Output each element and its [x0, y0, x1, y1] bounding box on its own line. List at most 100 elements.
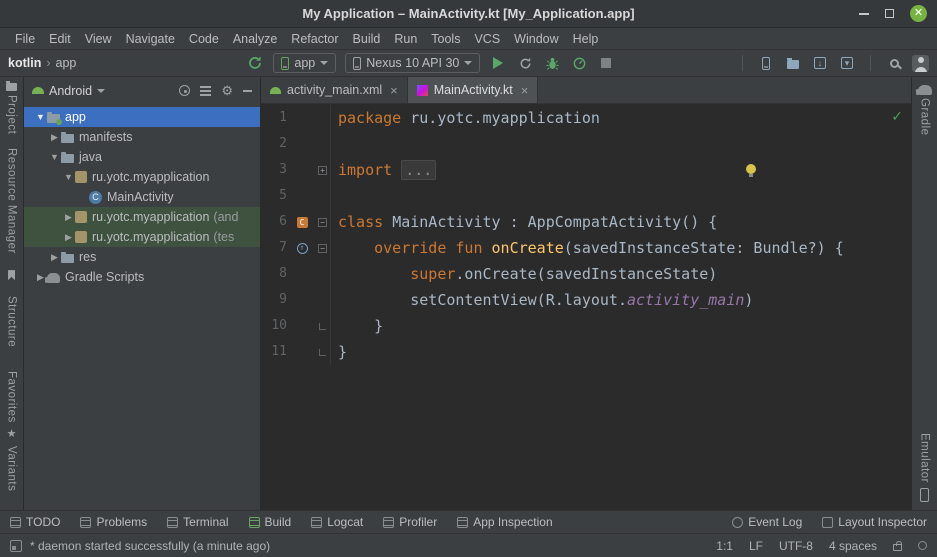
tree-arrow-icon[interactable]: ▶ [62, 212, 75, 223]
bookmark-icon[interactable] [8, 270, 15, 280]
gradle-sync-icon[interactable] [246, 54, 264, 72]
menu-navigate[interactable]: Navigate [119, 32, 182, 46]
virtual-device-icon[interactable]: ▾ [838, 54, 856, 72]
gutter-icon-col [289, 105, 315, 131]
tool-button-resource-manager[interactable]: Resource Manager [6, 148, 18, 254]
breadcrumb-current[interactable]: app [56, 56, 77, 70]
close-tab-icon[interactable]: × [390, 83, 398, 98]
menu-file[interactable]: File [8, 32, 42, 46]
tree-arrow-icon[interactable]: ▼ [62, 172, 75, 182]
class-gutter-icon[interactable] [297, 217, 308, 228]
menu-run[interactable]: Run [387, 32, 424, 46]
tree-arrow-icon[interactable]: ▶ [48, 252, 61, 263]
gradle-icon[interactable] [918, 85, 932, 95]
apply-changes-button[interactable] [516, 54, 534, 72]
fold-collapse-icon[interactable]: − [318, 244, 327, 253]
fold-expand-icon[interactable]: + [318, 166, 327, 175]
tool-button-profiler[interactable]: Profiler [383, 515, 437, 529]
tree-item-gradle-scripts[interactable]: ▶Gradle Scripts [24, 267, 260, 287]
android-device-icon [281, 57, 289, 70]
tree-arrow-icon[interactable]: ▶ [48, 132, 61, 143]
code-text: } [331, 313, 383, 339]
project-icon[interactable] [6, 83, 17, 91]
menu-edit[interactable]: Edit [42, 32, 78, 46]
emulator-icon[interactable] [920, 488, 929, 502]
menu-analyze[interactable]: Analyze [226, 32, 284, 46]
fold-collapse-icon[interactable]: − [318, 218, 327, 227]
settings-icon[interactable]: ⚙ [221, 84, 233, 97]
tool-button-project[interactable]: Project [6, 95, 18, 134]
line-separator[interactable]: LF [749, 539, 763, 553]
tree-item-ru-yotc-myapplication[interactable]: ▶ru.yotc.myapplication(tes [24, 227, 260, 247]
profile-button[interactable] [570, 54, 588, 72]
tool-button-gradle[interactable]: Gradle [919, 98, 931, 136]
tree-item-app[interactable]: ▼app [24, 107, 260, 127]
device-file-explorer-icon[interactable] [784, 54, 802, 72]
menu-help[interactable]: Help [566, 32, 606, 46]
close-tab-icon[interactable]: × [521, 83, 529, 98]
tool-button-terminal[interactable]: Terminal [167, 515, 228, 529]
intention-bulb-icon[interactable] [746, 164, 756, 174]
tool-button-event-log[interactable]: Event Log [732, 515, 802, 529]
tree-arrow-icon[interactable]: ▼ [48, 152, 61, 162]
indent-setting[interactable]: 4 spaces [829, 539, 877, 553]
tree-item-manifests[interactable]: ▶manifests [24, 127, 260, 147]
project-view-selector[interactable]: Android [49, 84, 92, 98]
star-icon[interactable]: ★ [7, 429, 17, 440]
tool-button-structure[interactable]: Structure [6, 296, 18, 347]
menu-code[interactable]: Code [182, 32, 226, 46]
breadcrumb-root[interactable]: kotlin [8, 56, 41, 70]
tool-button-layout-inspector[interactable]: Layout Inspector [822, 515, 927, 529]
file-encoding[interactable]: UTF-8 [779, 539, 813, 553]
run-config-select[interactable]: app [273, 53, 336, 73]
tab-mainactivity-kt[interactable]: MainActivity.kt× [408, 77, 539, 103]
avatar[interactable] [912, 55, 929, 72]
breadcrumb-separator-icon: › [46, 56, 50, 70]
menu-window[interactable]: Window [507, 32, 565, 46]
minimize-icon[interactable] [859, 13, 869, 15]
tree-item-res[interactable]: ▶res [24, 247, 260, 267]
menu-refactor[interactable]: Refactor [284, 32, 345, 46]
menu-view[interactable]: View [78, 32, 119, 46]
toolwindow-toggle-icon[interactable] [10, 540, 22, 552]
close-icon[interactable]: ✕ [910, 5, 927, 22]
menu-vcs[interactable]: VCS [467, 32, 507, 46]
tree-arrow-icon[interactable]: ▼ [34, 112, 47, 122]
hide-panel-icon[interactable] [243, 90, 252, 92]
gutter-icon-col [289, 209, 315, 235]
tool-button-variants[interactable]: Variants [6, 446, 18, 491]
tab-activity-main-xml[interactable]: activity_main.xml× [261, 77, 408, 103]
tool-button-emulator[interactable]: Emulator [919, 433, 931, 483]
layout-inspector-icon [822, 517, 833, 528]
tree-item-ru-yotc-myapplication[interactable]: ▶ru.yotc.myapplication(and [24, 207, 260, 227]
override-gutter-icon[interactable] [297, 243, 308, 254]
tool-button-favorites[interactable]: Favorites [6, 371, 18, 423]
tool-button-todo[interactable]: TODO [10, 515, 60, 529]
status-indicator-icon[interactable] [918, 541, 927, 550]
locate-file-icon[interactable] [179, 85, 190, 96]
menu-tools[interactable]: Tools [424, 32, 467, 46]
sdk-manager-icon[interactable]: ↓ [811, 54, 829, 72]
tool-button-app-inspection[interactable]: App Inspection [457, 515, 552, 529]
debug-button[interactable] [543, 54, 561, 72]
search-icon[interactable] [885, 54, 903, 72]
tree-item-mainactivity[interactable]: MainActivity [24, 187, 260, 207]
tree-item-ru-yotc-myapplication[interactable]: ▼ru.yotc.myapplication [24, 167, 260, 187]
tree-item-java[interactable]: ▼java [24, 147, 260, 167]
code-area[interactable]: ✓ 1package ru.yotc.myapplication23+impor… [261, 104, 911, 510]
lock-icon[interactable] [893, 544, 902, 551]
run-button[interactable] [489, 54, 507, 72]
folder-icon [61, 154, 74, 163]
device-select[interactable]: Nexus 10 API 30 [345, 53, 480, 73]
tool-button-build[interactable]: Build [249, 515, 292, 529]
caret-position[interactable]: 1:1 [716, 539, 733, 553]
tree-arrow-icon[interactable]: ▶ [62, 232, 75, 243]
collapse-all-icon[interactable] [200, 86, 211, 96]
tool-button-logcat[interactable]: Logcat [311, 515, 363, 529]
menu-build[interactable]: Build [346, 32, 388, 46]
maximize-icon[interactable] [885, 9, 894, 18]
chevron-down-icon[interactable] [97, 89, 105, 93]
stop-button[interactable] [597, 54, 615, 72]
tool-button-problems[interactable]: Problems [80, 515, 147, 529]
device-manager-icon[interactable] [757, 54, 775, 72]
